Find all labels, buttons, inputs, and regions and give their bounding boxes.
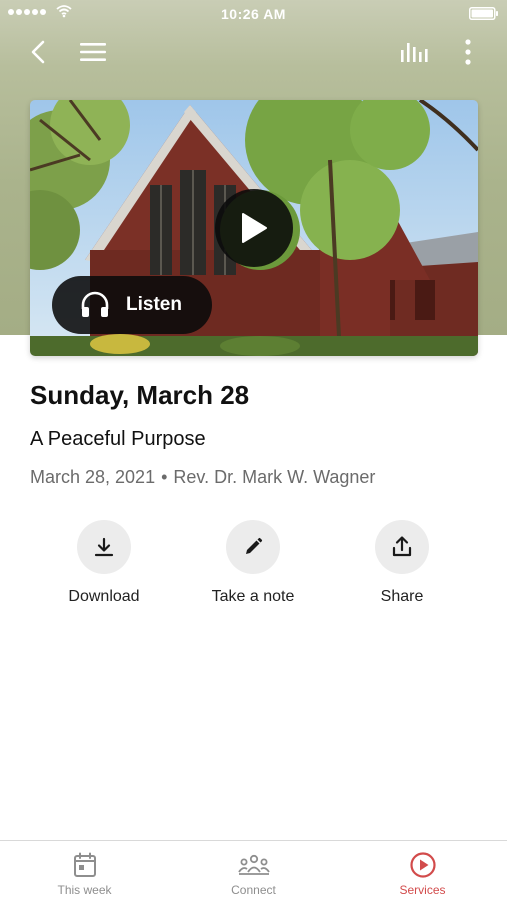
pencil-icon: [226, 520, 280, 574]
battery-icon: [469, 7, 499, 25]
sermon-subtitle: A Peaceful Purpose: [30, 428, 206, 450]
back-button[interactable]: [22, 36, 54, 68]
tab-this-week[interactable]: This week: [0, 841, 169, 900]
status-bar: 10:26 AM: [0, 0, 507, 28]
listen-button[interactable]: Listen: [52, 276, 212, 334]
tab-this-week-label: This week: [57, 883, 112, 897]
sermon-date: March 28, 2021: [30, 467, 156, 487]
download-button[interactable]: Download: [44, 520, 164, 606]
tab-services-label: Services: [399, 883, 446, 897]
meta-separator: •: [161, 467, 168, 487]
share-label: Share: [380, 588, 424, 605]
audio-levels-button[interactable]: [398, 36, 430, 68]
chevron-left-icon: [31, 40, 45, 64]
more-options-button[interactable]: [452, 36, 484, 68]
tab-connect[interactable]: Connect: [169, 841, 338, 900]
share-icon: [375, 520, 429, 574]
sermon-meta: March 28, 2021 • Rev. Dr. Mark W. Wagner: [30, 467, 375, 488]
sermon-speaker: Rev. Dr. Mark W. Wagner: [173, 467, 376, 487]
more-vertical-icon: [465, 39, 471, 65]
download-icon: [77, 520, 131, 574]
sermon-video-thumbnail[interactable]: Listen: [30, 100, 478, 356]
share-button[interactable]: Share: [342, 520, 462, 606]
download-label: Download: [68, 588, 140, 605]
play-button[interactable]: [215, 189, 293, 267]
tab-bar: This week Connect Services: [0, 840, 507, 900]
headphones-icon: [80, 291, 110, 319]
status-time: 10:26 AM: [221, 6, 286, 22]
take-note-label: Take a note: [211, 588, 295, 605]
audio-bars-icon: [401, 43, 428, 62]
navigation-bar: [0, 30, 507, 74]
listen-label: Listen: [126, 294, 182, 315]
sermon-title: Sunday, March 28: [30, 380, 250, 410]
tab-services[interactable]: Services: [338, 841, 507, 900]
take-note-button[interactable]: Take a note: [193, 520, 313, 606]
menu-button[interactable]: [77, 36, 109, 68]
tab-connect-label: Connect: [231, 883, 276, 897]
action-row: Download Take a note Share: [0, 520, 507, 620]
play-icon: [242, 213, 267, 243]
people-icon: [237, 851, 270, 879]
hamburger-menu-icon: [80, 43, 106, 61]
play-circle-icon: [409, 851, 437, 879]
calendar-icon: [73, 851, 97, 879]
